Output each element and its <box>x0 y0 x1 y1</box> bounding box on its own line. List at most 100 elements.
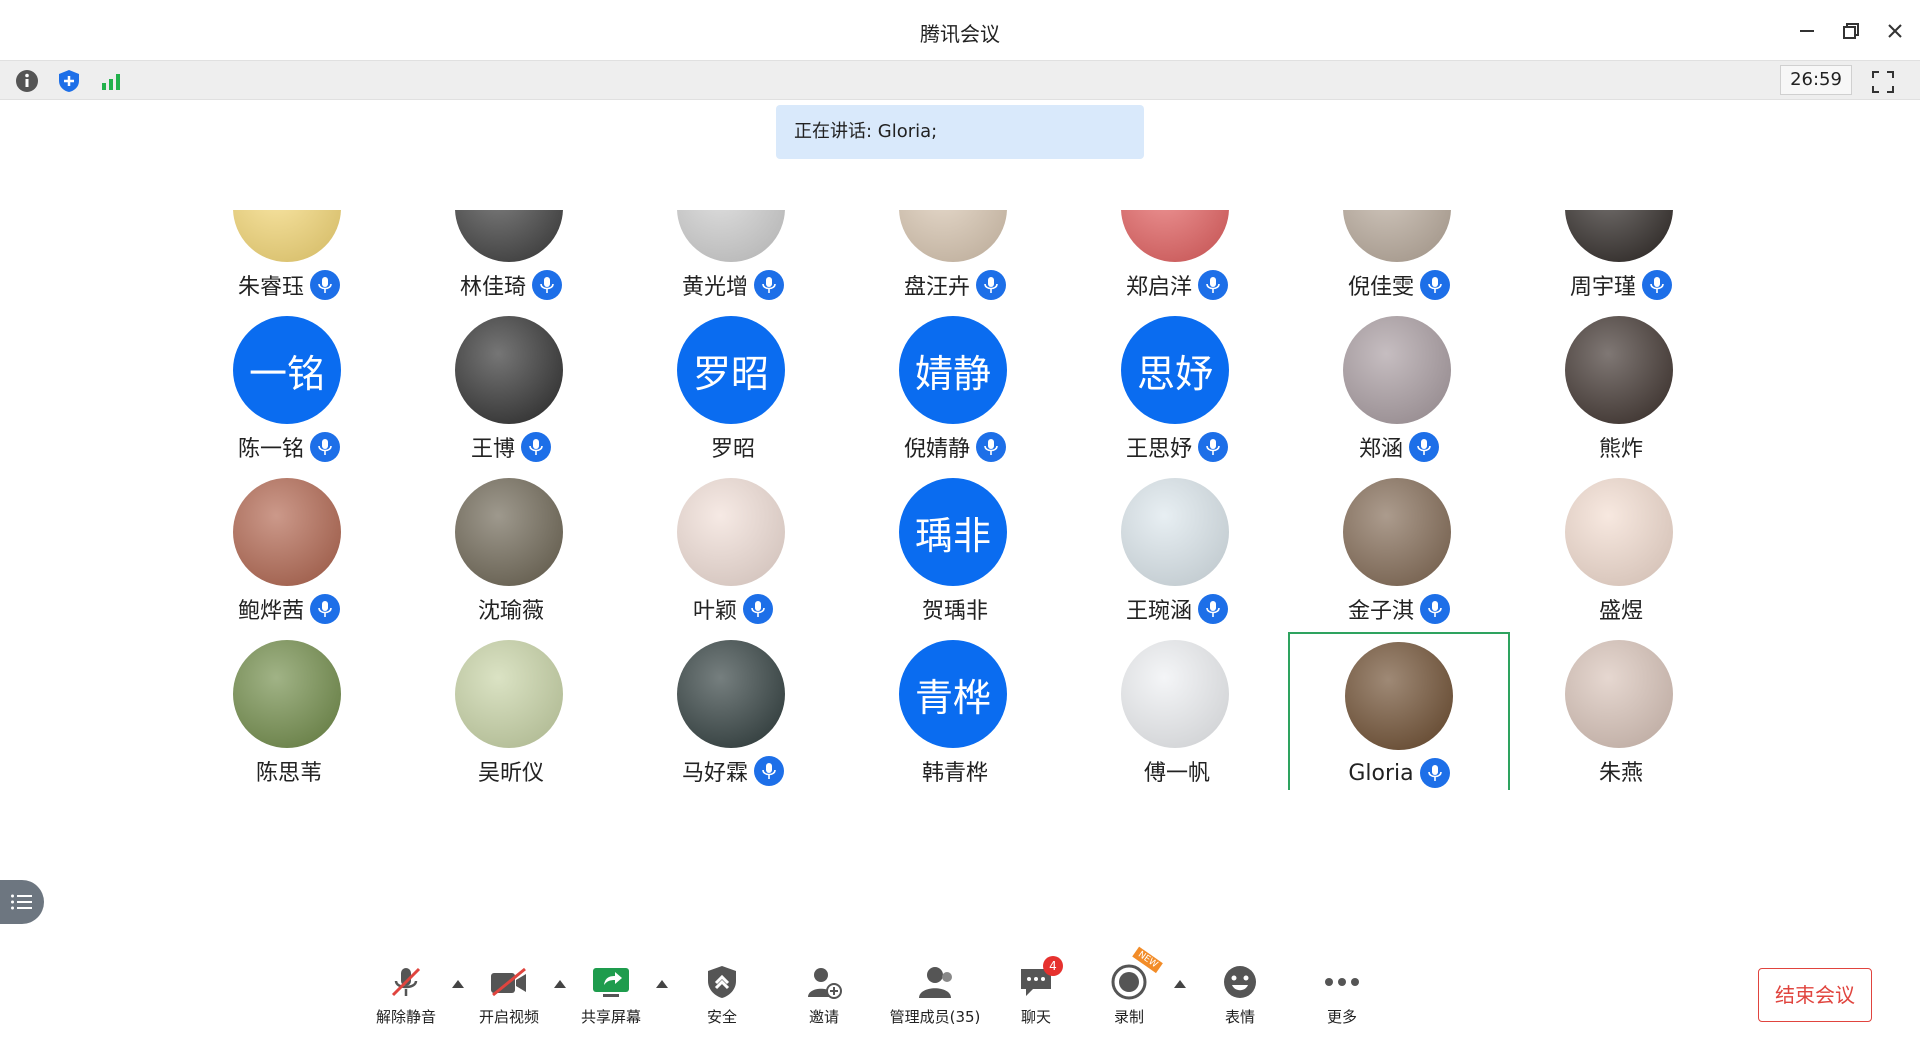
avatar <box>233 210 341 262</box>
participant-tile[interactable]: 盘汪卉 <box>844 210 1066 308</box>
participant-tile[interactable]: 陈思苇 <box>178 632 400 790</box>
participant-tile[interactable]: 倪佳雯 <box>1288 210 1510 308</box>
restore-button[interactable] <box>1834 14 1868 48</box>
emoji-smile-icon <box>1224 966 1256 998</box>
participant-name-line: 韩青桦 <box>844 754 1066 788</box>
participant-name: Gloria <box>1348 760 1414 786</box>
participant-name: 贺瑀非 <box>921 599 988 624</box>
participant-tile[interactable]: 金子淇 <box>1288 470 1510 632</box>
info-button[interactable] <box>13 67 41 95</box>
participant-tile[interactable]: 马好霖 <box>622 632 844 790</box>
participant-tile[interactable]: 熊炸 <box>1510 308 1732 470</box>
member-list-toggle-button[interactable] <box>0 880 44 924</box>
manage-members-label: 管理成员(35) <box>889 1008 981 1026</box>
participant-tile[interactable]: 吴昕仪 <box>400 632 622 790</box>
participant-name: 郑涵 <box>1358 437 1403 462</box>
manage-members-button[interactable]: 管理成员(35) <box>885 962 985 1032</box>
share-options-caret[interactable] <box>654 976 670 992</box>
avatar <box>455 478 563 586</box>
participant-tile[interactable]: 婧静 倪婧静 <box>844 308 1066 470</box>
bottom-control-bar: 解除静音 开启视频 共享屏幕 安全 邀请 管理成员(35) 4 聊天 NEW 录… <box>0 946 1920 1037</box>
participant-tile[interactable]: 傅一帆 <box>1066 632 1288 790</box>
participant-name: 倪婧静 <box>903 437 970 462</box>
participant-tile[interactable]: 叶颖 <box>622 470 844 632</box>
participant-name-line: 朱睿珏 <box>178 268 400 302</box>
participant-name: 熊炸 <box>1598 437 1643 462</box>
participant-name: 盛煜 <box>1598 599 1643 624</box>
participant-tile[interactable]: 鲍烨茜 <box>178 470 400 632</box>
unmute-button[interactable]: 解除静音 <box>361 962 451 1032</box>
microphone-icon <box>743 594 773 624</box>
minimize-button[interactable] <box>1790 14 1824 48</box>
participant-name-line: 王博 <box>400 430 622 464</box>
participant-tile[interactable]: 瑀非 贺瑀非 <box>844 470 1066 632</box>
participant-name-line: 朱燕 <box>1510 754 1732 788</box>
participant-tile[interactable]: 郑涵 <box>1288 308 1510 470</box>
record-button[interactable]: NEW 录制 <box>1084 946 1174 1032</box>
avatar <box>1343 316 1451 424</box>
participant-tile[interactable]: Gloria <box>1288 632 1510 790</box>
close-button[interactable] <box>1878 14 1912 48</box>
participant-name: 叶颖 <box>692 599 737 624</box>
list-icon <box>11 894 32 910</box>
share-screen-button[interactable]: 共享屏幕 <box>566 962 656 1032</box>
participant-tile[interactable]: 青桦 韩青桦 <box>844 632 1066 790</box>
record-options-caret[interactable] <box>1172 976 1188 992</box>
avatar <box>1343 478 1451 586</box>
avatar <box>1565 210 1673 262</box>
participant-tile[interactable]: 林佳琦 <box>400 210 622 308</box>
avatar <box>1121 478 1229 586</box>
more-button[interactable]: 更多 <box>1297 962 1387 1032</box>
start-video-button[interactable]: 开启视频 <box>464 962 554 1032</box>
participant-tile[interactable]: 朱睿珏 <box>178 210 400 308</box>
avatar <box>1121 210 1229 262</box>
avatar <box>233 640 341 748</box>
avatar <box>899 210 1007 262</box>
security-shield-button[interactable] <box>55 67 83 95</box>
camera-off-icon <box>491 967 526 997</box>
participant-name: 金子淇 <box>1347 599 1414 624</box>
chat-button[interactable]: 4 聊天 <box>991 956 1081 1032</box>
participant-tile[interactable]: 郑启洋 <box>1066 210 1288 308</box>
participant-tile[interactable]: 王琬涵 <box>1066 470 1288 632</box>
participant-tile[interactable]: 罗昭 罗昭 <box>622 308 844 470</box>
network-button[interactable] <box>97 67 125 95</box>
microphone-icon <box>310 432 340 462</box>
participant-tile[interactable]: 盛煜 <box>1510 470 1732 632</box>
participant-name: 倪佳雯 <box>1347 275 1414 300</box>
participant-tile[interactable]: 一铭 陈一铭 <box>178 308 400 470</box>
avatar: 瑀非 <box>899 478 1007 586</box>
avatar: 思妤 <box>1121 316 1229 424</box>
participant-tile[interactable]: 周宇瑾 <box>1510 210 1732 308</box>
participant-tile[interactable]: 王博 <box>400 308 622 470</box>
avatar <box>1565 316 1673 424</box>
participant-name-line: 贺瑀非 <box>844 592 1066 626</box>
participant-tile[interactable]: 沈瑜薇 <box>400 470 622 632</box>
security-shield-icon <box>708 966 736 998</box>
caret-up-icon <box>452 980 464 988</box>
end-meeting-button[interactable]: 结束会议 <box>1758 968 1872 1022</box>
participant-tile[interactable]: 思妤 王思妤 <box>1066 308 1288 470</box>
participant-tile[interactable]: 朱燕 <box>1510 632 1732 790</box>
invite-button[interactable]: 邀请 <box>779 962 869 1032</box>
participant-name-line: 鲍烨茜 <box>178 592 400 626</box>
avatar <box>677 478 785 586</box>
avatar: 青桦 <box>899 640 1007 748</box>
title-bar: 腾讯会议 <box>0 0 1920 60</box>
participant-name: 沈瑜薇 <box>477 599 544 624</box>
avatar <box>677 640 785 748</box>
emoji-label: 表情 <box>1224 1008 1255 1026</box>
meeting-timer: 26:59 <box>1780 65 1852 95</box>
emoji-button[interactable]: 表情 <box>1195 962 1285 1032</box>
chat-unread-badge: 4 <box>1043 956 1063 976</box>
participant-grid: 朱睿珏 林佳琦 黄光增 盘汪卉 郑启洋 倪佳雯 周宇瑾 一铭 陈一铭 王博 罗昭 罗昭 婧静 倪婧静 思妤王… <box>0 210 1920 790</box>
participant-name-line: 马好霖 <box>622 754 844 788</box>
participant-name: 周宇瑾 <box>1569 275 1636 300</box>
participant-tile[interactable]: 黄光增 <box>622 210 844 308</box>
fullscreen-button[interactable] <box>1868 67 1898 97</box>
microphone-icon <box>532 270 562 300</box>
microphone-icon <box>1198 594 1228 624</box>
participant-name-line: 陈一铭 <box>178 430 400 464</box>
participant-name-line: 熊炸 <box>1510 430 1732 464</box>
security-button[interactable]: 安全 <box>677 962 767 1032</box>
